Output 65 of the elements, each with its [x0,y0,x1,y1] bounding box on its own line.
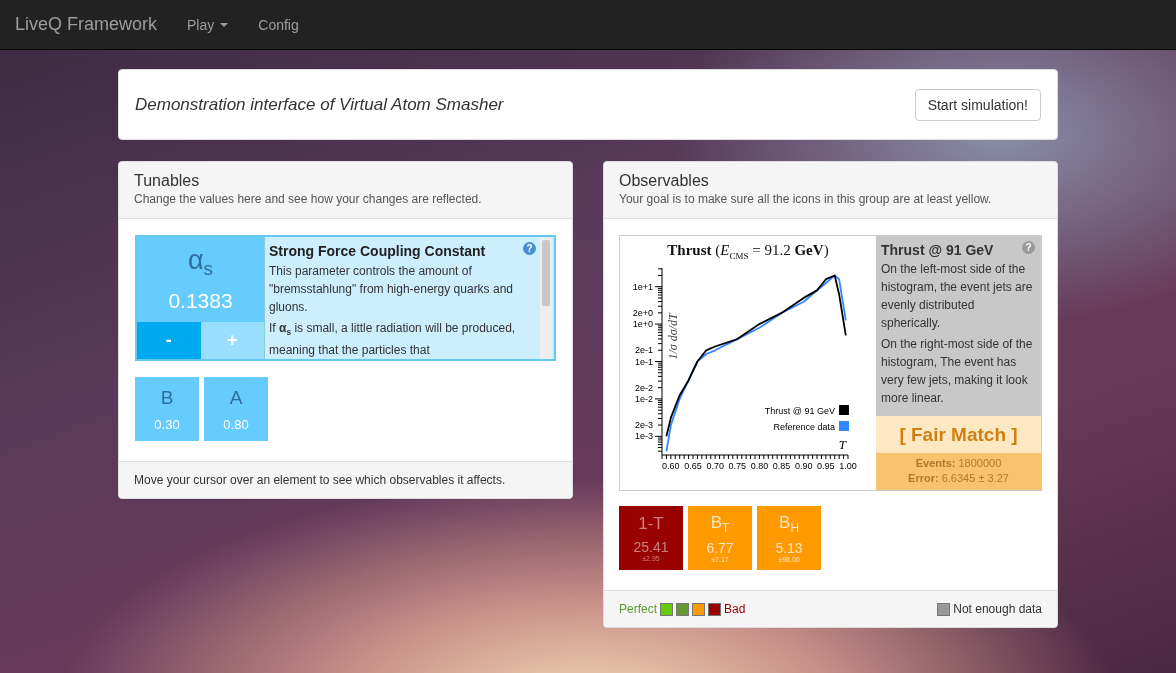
events-text: Events: 1800000 [914,456,1003,471]
error-text: Error: 6.6345 ± 3.27 [907,471,1010,486]
panel-title: Observables [619,172,710,190]
tunable-card[interactable] [135,235,556,361]
panel-subtitle: Change the values here and see how your changes are reflected. [134,192,483,206]
observable-name: Thrust @ 91 GeV [881,241,995,259]
decrease-button[interactable]: - [137,322,201,359]
tick-label: 1e-3 [635,431,653,442]
tick-label: 1e+1 [632,281,653,292]
panel-footer-text: Move your cursor over an element to see which observables it affects. [119,461,572,498]
tick-label: 0.65 [684,461,702,471]
tick-label: 0.75 [728,461,747,471]
legend-label: Thrust @ 91 GeV [764,406,835,416]
brand-title[interactable]: LiveQ Framework [15,14,158,35]
panel-title: Tunables [134,172,201,190]
intro-title: Demonstration interface of Virtual Atom Smasher [135,94,504,115]
parameter-value: 0.80 [223,416,249,432]
help-icon[interactable]: ? [1022,241,1035,254]
description-text: If α$_{s}$ is small, a little radiation will be produced, meaning that the particles that [269,320,517,359]
description-text: This parameter controls the amount of "bremsstahlung" from high-energy quarks and gluons. [269,263,514,316]
caret-icon [220,22,229,27]
axis-label: T [838,437,846,452]
parameter-name: Strong Force Coupling Constant [269,242,487,260]
legend-label: Reference data [773,422,835,432]
observable-value: 5.13 [775,540,803,557]
parameter-symbol: A [229,386,243,409]
tick-label: 0.95 [817,461,835,471]
tick-label: 1e+0 [632,319,653,330]
tick-label: 1.00 [839,461,857,471]
tick-label: 0.70 [706,461,724,471]
parameter-symbol: B [160,386,174,409]
axis-label: 1/σ dσ/dT [666,313,680,360]
tick-label: 2e+0 [632,307,653,318]
description-text: On the right-most side of the histogram, The event has very few jets, making it look more linear. [881,336,1034,407]
match-status: [ Fair Match ] [876,416,1041,453]
parameter-value: 0.30 [154,416,180,432]
tunable-tile[interactable]: B 0.30 [135,377,199,441]
parameter-value: 0.1383 [168,289,233,314]
observable-symbol: B$_{T}$ [710,512,730,536]
tick-label: 0.85 [772,461,791,471]
panel-subtitle: Your goal is to make sure all the icons in this group are at least yellow. [619,192,993,206]
observable-value: 6.77 [706,540,734,557]
observable-symbol: 1-T [638,514,664,534]
tick-label: 1e-1 [635,356,653,367]
observable-value: 25.41 [633,539,669,555]
legend-label: Perfect [619,602,657,616]
tick-label: 2e-3 [635,420,653,431]
nav-link[interactable]: Config [258,16,299,33]
description-text: On the left-most side of the histogram, the event jets are evenly distributed spherically. [881,261,1034,332]
parameter-symbol: α$_{s}$ [187,245,214,282]
nav-dropdown[interactable]: Play [187,16,229,33]
help-icon[interactable]: ? [523,242,536,255]
observable-symbol: B$_{H}$ [779,512,799,536]
scrollbar[interactable] [540,238,552,359]
tick-label: 0.60 [662,461,680,471]
start-simulation-button[interactable]: Start simulation! [914,88,1041,121]
legend-label: Not enough data [953,602,1042,616]
tunable-tile[interactable]: A 0.80 [204,377,268,441]
tick-label: 1e-2 [635,393,653,404]
tick-label: 2e-1 [635,345,653,356]
tick-label: 2e-2 [635,382,653,393]
chart-title: Thrust (E$_{CMS}$ = 91.2 GeV) [666,242,830,261]
tick-label: 0.90 [794,461,813,471]
tick-label: 0.80 [750,461,769,471]
legend-label: Bad [724,602,746,616]
